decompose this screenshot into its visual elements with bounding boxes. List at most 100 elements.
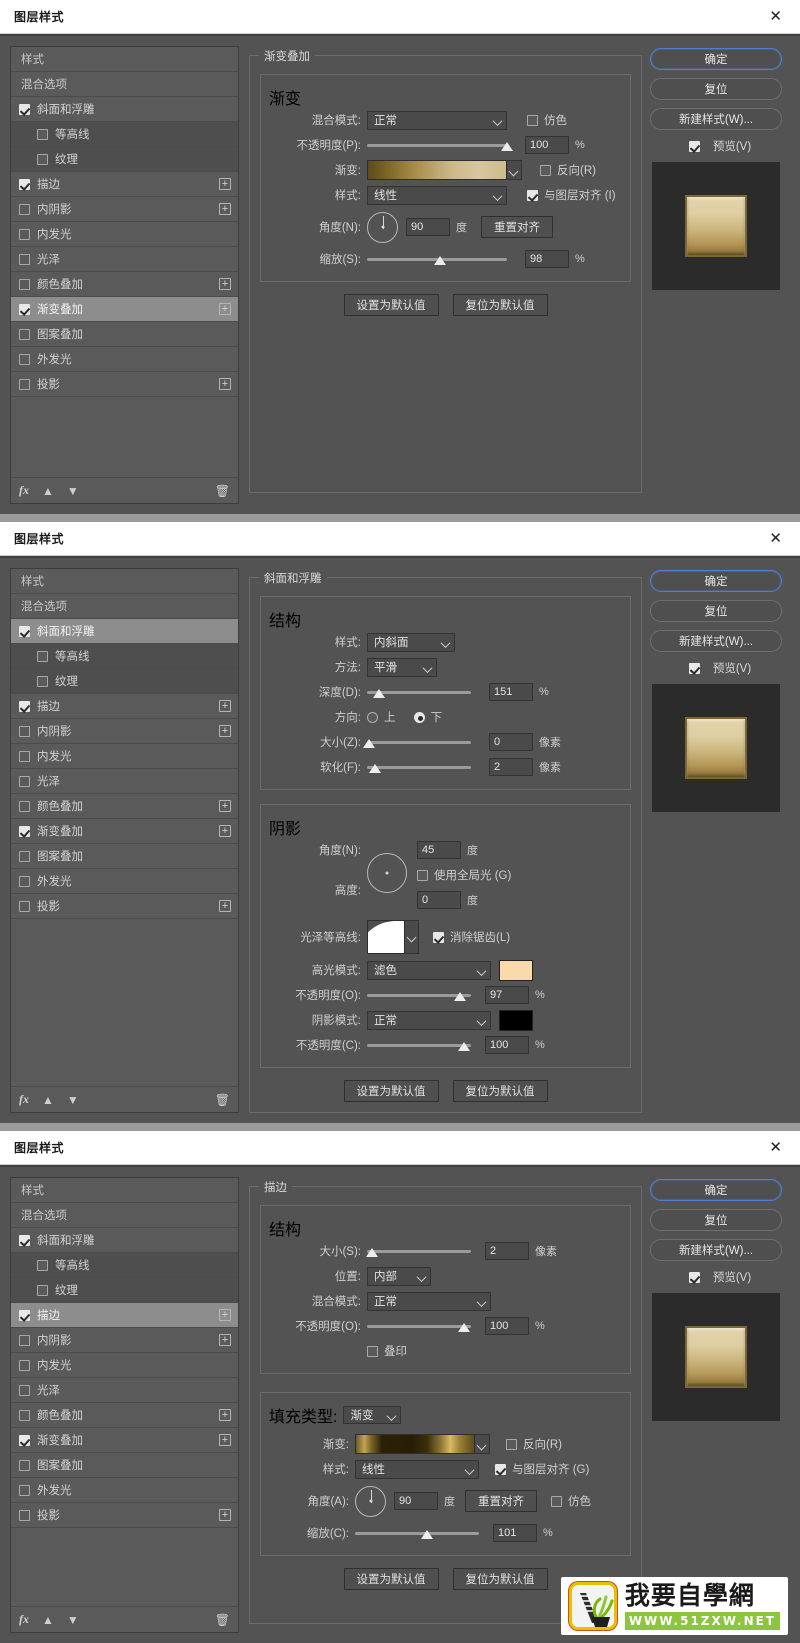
add-color-overlay-icon[interactable]: +	[219, 800, 231, 812]
checkbox-outer-glow[interactable]	[19, 875, 30, 887]
new-style-button[interactable]: 新建样式(W)...	[650, 108, 782, 130]
stroke-blend-mode-select[interactable]: 正常	[367, 1291, 491, 1311]
set-default-button[interactable]: 设置为默认值	[343, 294, 439, 316]
reset-default-button[interactable]: 复位为默认值	[452, 1080, 548, 1102]
technique-select[interactable]: 平滑	[367, 657, 437, 677]
checkbox-inner-shadow[interactable]	[19, 1334, 30, 1346]
direction-up-radio[interactable]: 上	[367, 709, 396, 725]
delete-icon[interactable]: 🗑	[215, 484, 230, 498]
checkbox-color-overlay[interactable]	[19, 1409, 30, 1421]
reset-button[interactable]: 复位	[650, 78, 782, 100]
stroke-angle-dial[interactable]	[355, 1485, 386, 1517]
reset-default-button[interactable]: 复位为默认值	[452, 294, 548, 316]
stroke-gradient-picker[interactable]	[355, 1434, 490, 1454]
add-drop-shadow-icon[interactable]: +	[219, 378, 231, 390]
sidebar-item-texture[interactable]: 纹理	[11, 1278, 238, 1303]
stroke-scale-slider-knob[interactable]	[420, 1530, 433, 1539]
direction-down-radio[interactable]: 下	[413, 709, 442, 725]
checkbox-inner-glow[interactable]	[19, 1359, 30, 1371]
reverse-checkbox-box[interactable]	[540, 164, 551, 176]
sidebar-item-styles[interactable]: 样式	[11, 569, 238, 594]
sidebar-item-stroke[interactable]: 描边 +	[11, 694, 238, 719]
sidebar-item-bevel-emboss[interactable]: 斜面和浮雕	[11, 1228, 238, 1253]
sidebar-item-gradient-overlay[interactable]: 渐变叠加 +	[11, 297, 238, 322]
sidebar-item-bevel-emboss[interactable]: 斜面和浮雕	[11, 97, 238, 122]
set-default-button[interactable]: 设置为默认值	[343, 1080, 439, 1102]
highlight-mode-select[interactable]: 滤色	[367, 960, 491, 980]
highlight-opacity-input[interactable]: 97	[485, 986, 529, 1004]
preview-checkbox[interactable]	[688, 140, 700, 152]
preview-checkbox[interactable]	[688, 662, 700, 674]
add-gradient-overlay-icon[interactable]: +	[219, 825, 231, 837]
ok-button[interactable]: 确定	[650, 1179, 782, 1201]
sidebar-item-gradient-overlay[interactable]: 渐变叠加 +	[11, 819, 238, 844]
sidebar-item-stroke[interactable]: 描边 +	[11, 172, 238, 197]
new-style-button[interactable]: 新建样式(W)...	[650, 1239, 782, 1261]
sidebar-item-color-overlay[interactable]: 颜色叠加 +	[11, 272, 238, 297]
depth-slider-knob[interactable]	[373, 689, 386, 698]
highlight-color-chip[interactable]	[499, 959, 533, 981]
gradient-swatch[interactable]	[367, 160, 507, 180]
checkbox-satin[interactable]	[19, 253, 30, 265]
stroke-dither-checkbox[interactable]: 仿色	[551, 1493, 591, 1509]
size-input[interactable]: 0	[489, 733, 533, 751]
move-down-icon[interactable]: ▼	[67, 1613, 79, 1627]
stroke-style-select[interactable]: 线性	[355, 1459, 479, 1479]
checkbox-outer-glow[interactable]	[19, 1484, 30, 1496]
sidebar-item-pattern-overlay[interactable]: 图案叠加	[11, 844, 238, 869]
sidebar-item-drop-shadow[interactable]: 投影 +	[11, 372, 238, 397]
sidebar-item-bevel-emboss[interactable]: 斜面和浮雕	[11, 619, 238, 644]
close-icon[interactable]: ✕	[765, 529, 786, 548]
checkbox-satin[interactable]	[19, 1384, 30, 1396]
align-layer-checkbox[interactable]: 与图层对齐 (I)	[527, 187, 616, 203]
opacity-input[interactable]: 100	[525, 136, 569, 154]
sidebar-item-color-overlay[interactable]: 颜色叠加 +	[11, 794, 238, 819]
opacity-slider-knob[interactable]	[501, 142, 513, 151]
checkbox-contour[interactable]	[37, 650, 48, 662]
chevron-down-icon[interactable]	[475, 1434, 490, 1454]
stroke-size-slider-knob[interactable]	[366, 1248, 379, 1257]
delete-icon[interactable]: 🗑	[215, 1613, 230, 1627]
stroke-reset-align-button[interactable]: 重置对齐	[465, 1490, 537, 1512]
stroke-size-slider[interactable]	[366, 1244, 471, 1258]
move-up-icon[interactable]: ▲	[42, 484, 54, 498]
stroke-reverse-checkbox[interactable]: 反向(R)	[506, 1436, 562, 1452]
scale-slider[interactable]	[367, 252, 507, 266]
sidebar-item-drop-shadow[interactable]: 投影 +	[11, 1503, 238, 1528]
checkbox-texture[interactable]	[37, 675, 48, 687]
angle-dial[interactable]	[367, 211, 398, 243]
direction-down-radio-dot[interactable]	[413, 711, 425, 723]
align-layer-checkbox-box[interactable]	[527, 189, 538, 201]
checkbox-color-overlay[interactable]	[19, 278, 30, 290]
shadow-color-chip[interactable]	[499, 1009, 533, 1031]
close-icon[interactable]: ✕	[765, 1138, 786, 1157]
checkbox-inner-glow[interactable]	[19, 228, 30, 240]
sidebar-item-texture[interactable]: 纹理	[11, 669, 238, 694]
stroke-opacity-input[interactable]: 100	[485, 1317, 529, 1335]
size-slider[interactable]	[363, 735, 471, 749]
add-color-overlay-icon[interactable]: +	[219, 278, 231, 290]
move-down-icon[interactable]: ▼	[67, 1093, 79, 1107]
preview-checkbox[interactable]	[688, 1271, 700, 1283]
gradient-picker[interactable]	[367, 160, 522, 180]
checkbox-satin[interactable]	[19, 775, 30, 787]
preview-toggle[interactable]: 预览(V)	[650, 660, 790, 676]
checkbox-inner-shadow[interactable]	[19, 203, 30, 215]
highlight-opacity-slider[interactable]	[367, 988, 471, 1002]
stroke-scale-slider[interactable]	[355, 1526, 479, 1540]
sidebar-item-contour[interactable]: 等高线	[11, 1253, 238, 1278]
depth-slider[interactable]	[367, 685, 471, 699]
highlight-opacity-slider-knob[interactable]	[453, 992, 466, 1001]
soften-slider[interactable]	[367, 760, 471, 774]
sidebar-item-gradient-overlay[interactable]: 渐变叠加 +	[11, 1428, 238, 1453]
sidebar-item-contour[interactable]: 等高线	[11, 122, 238, 147]
stroke-size-input[interactable]: 2	[485, 1242, 529, 1260]
gradient-style-select[interactable]: 线性	[367, 185, 507, 205]
scale-slider-knob[interactable]	[433, 256, 446, 265]
checkbox-pattern-overlay[interactable]	[19, 1459, 30, 1471]
sidebar-item-texture[interactable]: 纹理	[11, 147, 238, 172]
sidebar-item-outer-glow[interactable]: 外发光	[11, 347, 238, 372]
overprint-checkbox-box[interactable]	[367, 1345, 378, 1357]
scale-input[interactable]: 98	[525, 250, 569, 268]
checkbox-drop-shadow[interactable]	[19, 378, 30, 390]
